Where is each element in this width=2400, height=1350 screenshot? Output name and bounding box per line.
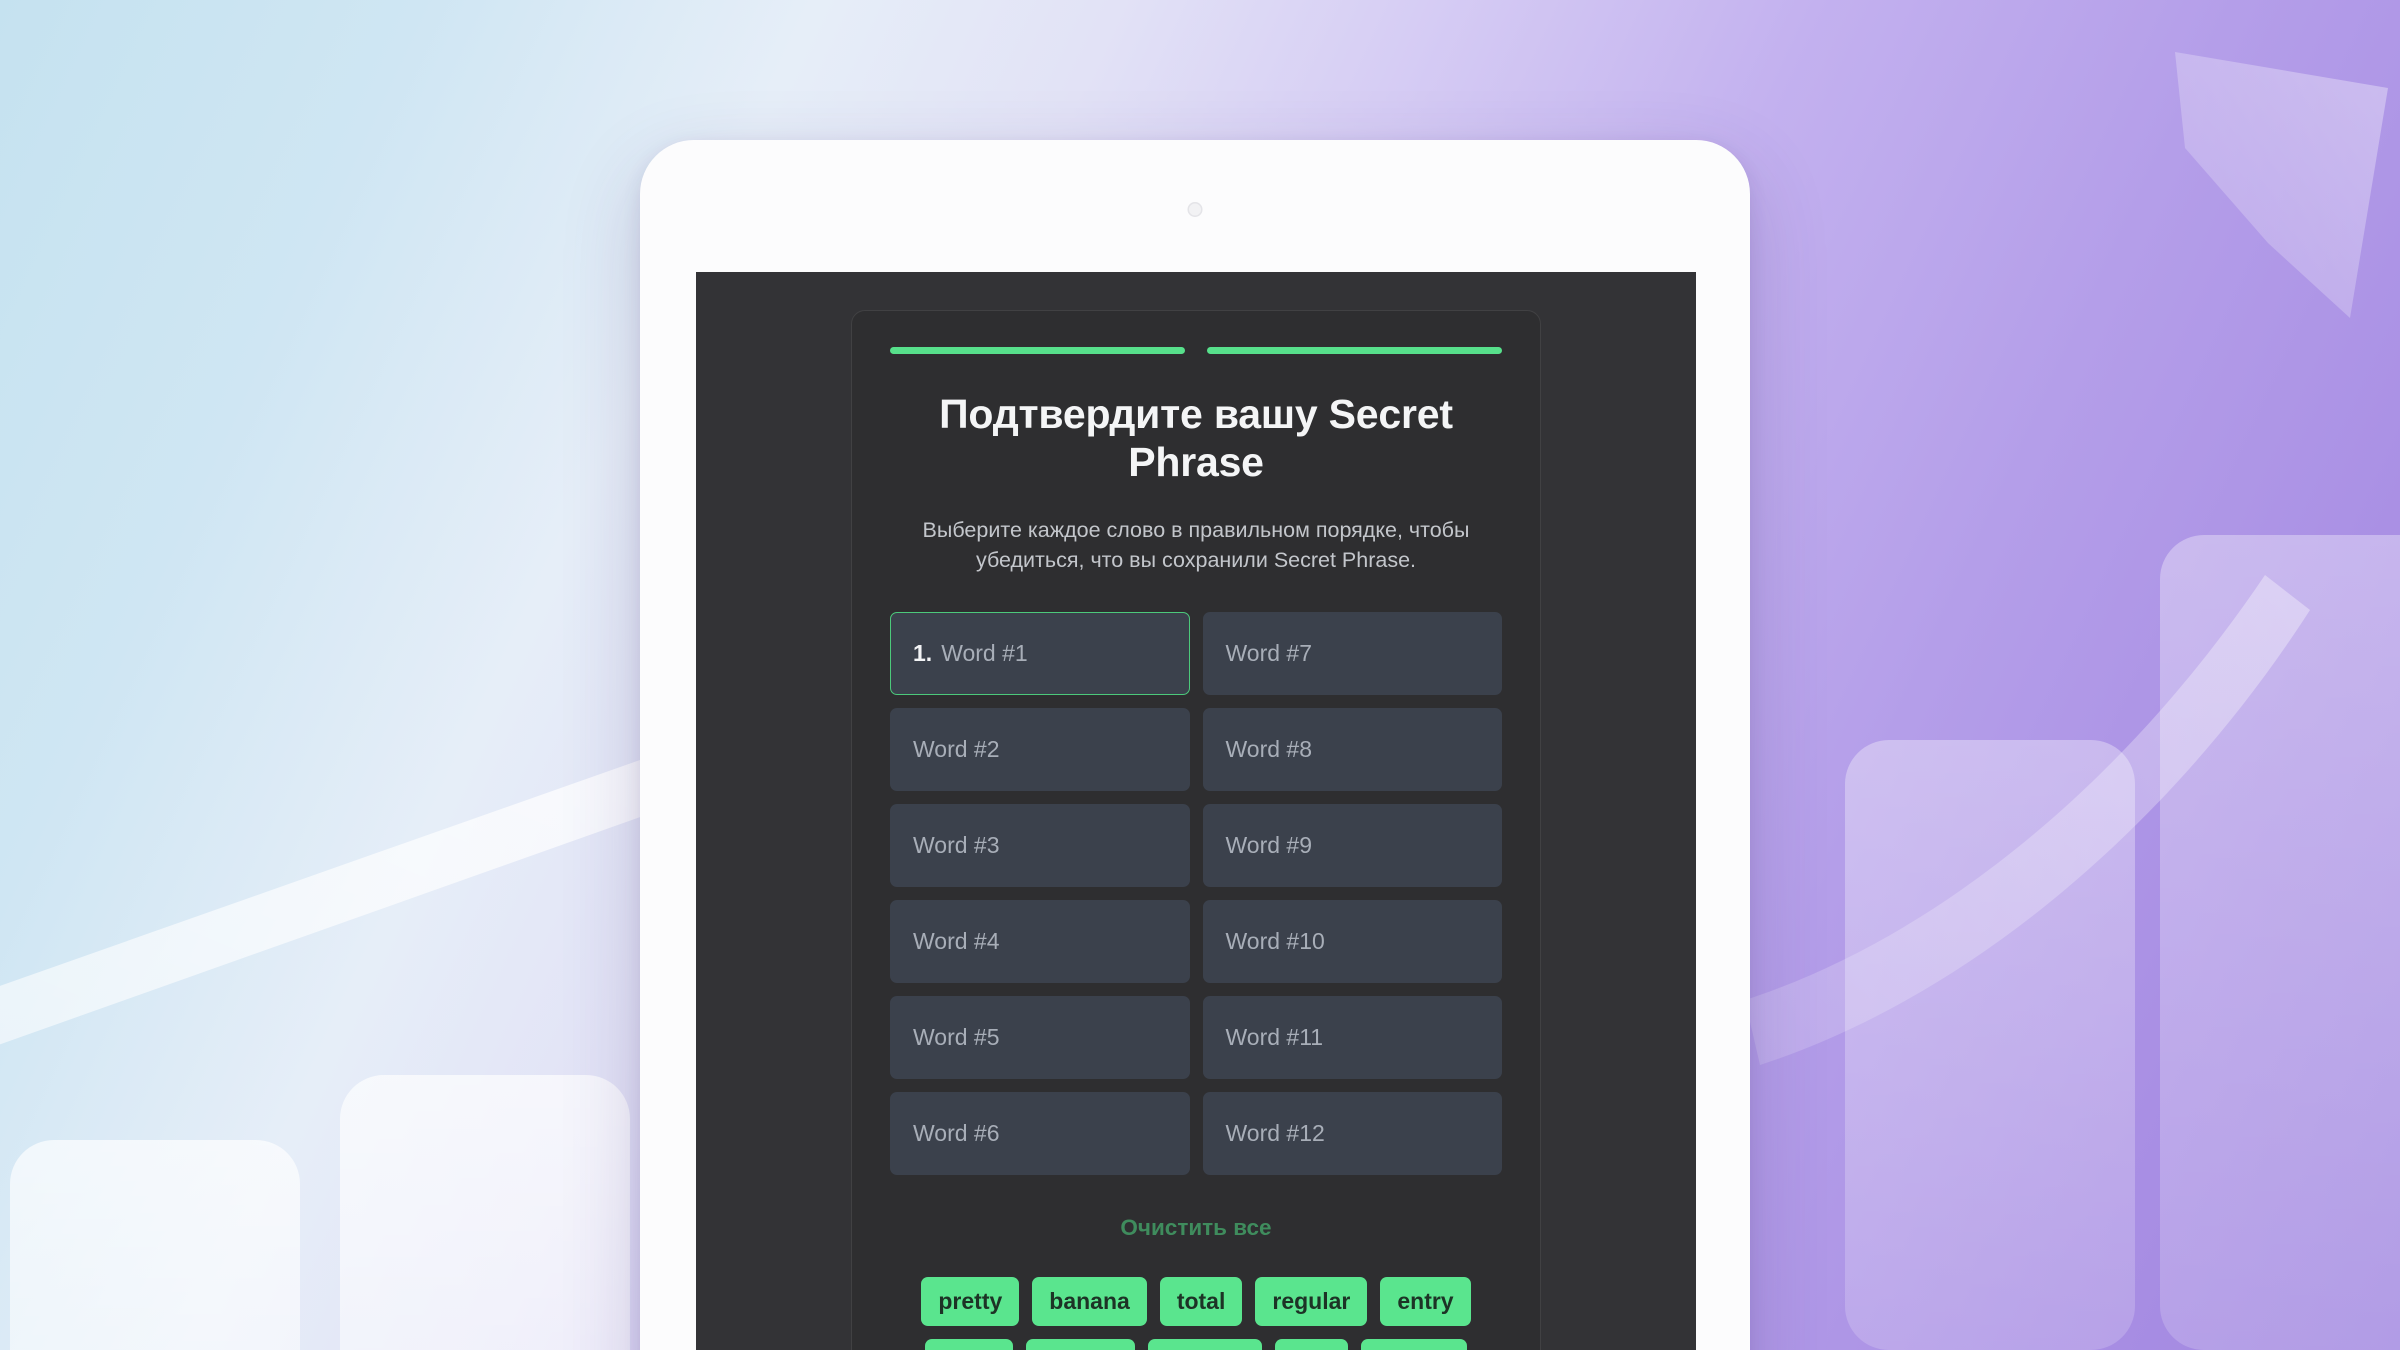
- word-slot-3[interactable]: Word #3: [890, 803, 1190, 887]
- tablet-frame: Подтвердите вашу Secret Phrase Выберите …: [640, 140, 1750, 1350]
- word-slot-4[interactable]: Word #4: [890, 899, 1190, 983]
- page-subtitle: Выберите каждое слово в правильном поряд…: [922, 517, 1470, 573]
- word-chip-regular[interactable]: regular: [1255, 1276, 1368, 1326]
- word-slot-index-1: 1.: [913, 639, 933, 666]
- word-slot-11[interactable]: Word #11: [1202, 995, 1502, 1079]
- clear-all-button[interactable]: Очистить все: [1120, 1215, 1271, 1241]
- word-slot-placeholder-8: Word #8: [1225, 735, 1313, 762]
- word-chip-ball[interactable]: ball: [1274, 1338, 1349, 1350]
- word-slot-grid: 1. Word #1 Word #2 Word #3 Word #4 Word #5 Wor…: [890, 611, 1502, 1175]
- word-slot-placeholder-12: Word #12: [1225, 1119, 1325, 1146]
- word-slot-6[interactable]: Word #6: [890, 1091, 1190, 1175]
- word-slot-12[interactable]: Word #12: [1202, 1091, 1502, 1175]
- word-slot-8[interactable]: Word #8: [1202, 707, 1502, 791]
- word-slot-5[interactable]: Word #5: [890, 995, 1190, 1079]
- word-slot-placeholder-5: Word #5: [913, 1023, 1000, 1050]
- word-chip-galaxy[interactable]: galaxy: [1361, 1338, 1467, 1350]
- progress-indicator: [890, 347, 1502, 354]
- tablet-screen: Подтвердите вашу Secret Phrase Выберите …: [696, 272, 1696, 1350]
- word-chip-entry[interactable]: entry: [1380, 1276, 1471, 1326]
- word-slot-placeholder-9: Word #9: [1225, 831, 1313, 858]
- word-slot-placeholder-2: Word #2: [913, 735, 1000, 762]
- word-slot-placeholder-11: Word #11: [1225, 1023, 1324, 1050]
- word-slot-1[interactable]: 1. Word #1: [890, 611, 1190, 695]
- word-slot-placeholder-7: Word #7: [1225, 639, 1313, 666]
- word-chip-pool: prettybananatotalregularentry solid deputy…: [890, 1276, 1502, 1350]
- decor-arrow-left: [0, 760, 660, 1045]
- decor-bars-right: [1845, 535, 2400, 1350]
- decor-bars-left: [10, 1075, 630, 1350]
- word-chip-row-1: pretty banana total regular entry: [890, 1276, 1502, 1326]
- word-slot-placeholder-10: Word #10: [1225, 927, 1325, 954]
- word-slot-placeholder-3: Word #3: [913, 831, 1000, 858]
- word-chip-season[interactable]: season: [1148, 1338, 1262, 1350]
- word-slot-placeholder-1: Word #1: [941, 639, 1028, 666]
- word-chip-total[interactable]: total: [1159, 1276, 1243, 1326]
- page-title: Подтвердите вашу Secret Phrase: [939, 391, 1453, 486]
- verify-secret-phrase-card: Подтвердите вашу Secret Phrase Выберите …: [851, 310, 1541, 1350]
- word-chip-solid[interactable]: solid: [925, 1338, 1013, 1350]
- word-chip-pretty[interactable]: pretty: [921, 1276, 1020, 1326]
- word-slot-7[interactable]: Word #7: [1202, 611, 1502, 695]
- word-chip-deputy[interactable]: deputy: [1025, 1338, 1136, 1350]
- progress-segment-2: [1207, 347, 1502, 354]
- word-slot-placeholder-4: Word #4: [913, 927, 1000, 954]
- word-chip-row-2: solid deputy season ball galaxy: [890, 1338, 1502, 1350]
- word-slot-10[interactable]: Word #10: [1202, 899, 1502, 983]
- word-slot-9[interactable]: Word #9: [1202, 803, 1502, 887]
- word-slot-2[interactable]: Word #2: [890, 707, 1190, 791]
- word-chip-banana[interactable]: banana: [1032, 1276, 1147, 1326]
- camera-dot-icon: [1187, 202, 1203, 217]
- word-slot-placeholder-6: Word #6: [913, 1119, 1000, 1146]
- progress-segment-1: [890, 347, 1185, 354]
